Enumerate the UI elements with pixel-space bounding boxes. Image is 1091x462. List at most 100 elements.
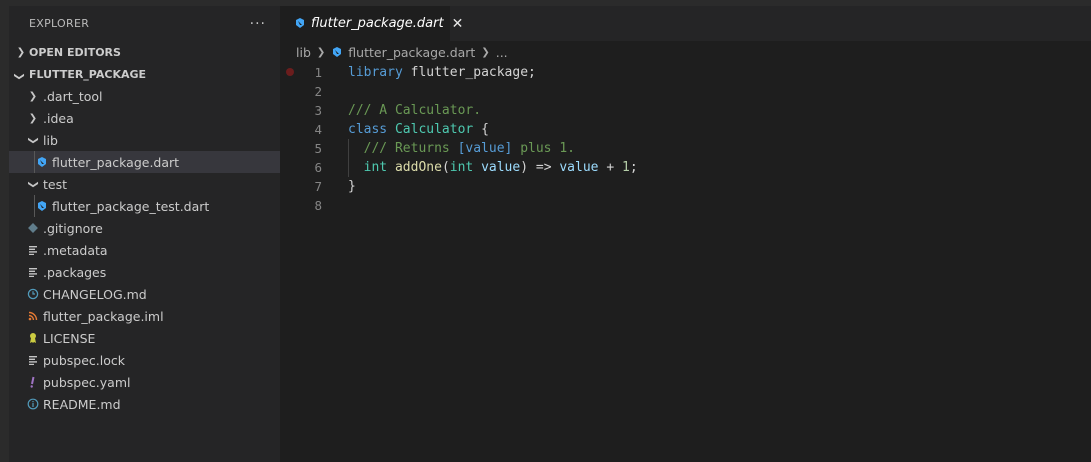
file-lines-icon <box>25 242 41 258</box>
tab-bar: flutter_package.dart ✕ <box>280 6 1091 41</box>
license-icon <box>25 330 41 346</box>
explorer-sidebar: EXPLORER ··· ❯ OPEN EDITORS ❯ FLUTTER_PA… <box>9 6 280 462</box>
code-token: 1 <box>621 160 630 175</box>
file-lines-icon <box>25 264 41 280</box>
breadcrumb-file[interactable]: flutter_package.dart <box>348 45 475 60</box>
tree-item-label: flutter_package.iml <box>43 308 164 324</box>
tree-item-label: .packages <box>43 264 107 280</box>
code-text: library flutter_package; <box>348 63 536 82</box>
activity-bar <box>0 6 9 462</box>
info-icon <box>25 396 41 412</box>
tree-item[interactable]: flutter_package.iml <box>9 305 280 327</box>
dart-icon <box>34 154 50 170</box>
code-line: 4 class Calculator { <box>280 120 1091 139</box>
line-number: 1 <box>314 65 322 80</box>
tree-item-label: test <box>43 176 68 192</box>
close-icon[interactable]: ✕ <box>452 16 464 32</box>
open-editors-section[interactable]: ❯ OPEN EDITORS <box>9 41 280 63</box>
tree-item[interactable]: ❯ .dart_tool <box>9 85 280 107</box>
code-token: } <box>348 179 356 194</box>
code-text: int addOne(int value) => value + 1; <box>348 158 638 177</box>
tree-item[interactable]: flutter_package.dart <box>9 151 280 173</box>
yaml-icon <box>25 374 41 390</box>
tree-item-label: .gitignore <box>43 220 103 236</box>
code-token: class <box>348 122 388 137</box>
chevron-right-icon: ❯ <box>316 46 326 58</box>
code-token: plus 1. <box>512 141 575 156</box>
tree-item[interactable]: pubspec.lock <box>9 349 280 371</box>
chevron-right-icon: ❯ <box>28 90 38 102</box>
tree-item-label: flutter_package.dart <box>52 154 180 170</box>
code-line: 1 library flutter_package; <box>280 63 1091 82</box>
more-actions-icon[interactable]: ··· <box>250 16 266 32</box>
tab-flutter-package-dart[interactable]: flutter_package.dart ✕ <box>280 6 463 41</box>
code-token: /// Returns <box>363 141 458 156</box>
tree-item[interactable]: pubspec.yaml <box>9 371 280 393</box>
code-token: value <box>481 160 521 175</box>
code-token: { <box>473 122 489 137</box>
code-token: ( <box>441 160 450 175</box>
code-token: flutter_package; <box>402 65 536 80</box>
code-token: + <box>598 160 622 175</box>
tree-item-label: .metadata <box>43 242 108 258</box>
tree-item[interactable]: flutter_package_test.dart <box>9 195 280 217</box>
code-text: /// Returns [value] plus 1. <box>348 139 575 158</box>
tree-item-label: lib <box>43 132 58 148</box>
tree-item-label: pubspec.lock <box>43 352 126 368</box>
explorer-header: EXPLORER ··· <box>9 6 280 41</box>
code-token: /// A Calculator. <box>348 103 482 118</box>
tree-item-label: .idea <box>43 110 74 126</box>
code-editor[interactable]: 1 library flutter_package; 2 3 /// A Calcula… <box>280 63 1091 462</box>
code-token: int <box>363 160 388 175</box>
code-token: library <box>348 65 403 80</box>
tree-item-label: README.md <box>43 396 121 412</box>
code-token: addOne <box>394 160 442 175</box>
tree-item[interactable]: .packages <box>9 261 280 283</box>
tree-item[interactable]: LICENSE <box>9 327 280 349</box>
indent-guide <box>34 195 35 217</box>
code-token: int <box>449 160 474 175</box>
code-text: /// A Calculator. <box>348 101 481 120</box>
file-tree: ❯ .dart_tool ❯ .idea ❯ lib flutter_package.dar… <box>9 85 280 415</box>
tree-item[interactable]: ❯ .idea <box>9 107 280 129</box>
rss-icon <box>25 308 41 324</box>
line-number: 4 <box>314 122 322 137</box>
code-line: 5 /// Returns [value] plus 1. <box>280 139 1091 158</box>
changelog-icon <box>25 286 41 302</box>
tree-item[interactable]: .metadata <box>9 239 280 261</box>
line-number: 8 <box>314 198 322 213</box>
code-token: value <box>559 160 599 175</box>
dart-icon <box>34 198 50 214</box>
tree-item[interactable]: .gitignore <box>9 217 280 239</box>
dart-icon <box>331 46 343 58</box>
chevron-down-icon: ❯ <box>13 71 25 81</box>
code-line: 6 int addOne(int value) => value + 1; <box>280 158 1091 177</box>
tree-item[interactable]: README.md <box>9 393 280 415</box>
breadcrumb: lib ❯ flutter_package.dart ❯ ... <box>280 41 1091 63</box>
tree-item-label: flutter_package_test.dart <box>52 198 210 214</box>
code-token: ; <box>629 160 638 175</box>
project-label: FLUTTER_PACKAGE <box>29 67 147 81</box>
tree-item[interactable]: ❯ lib <box>9 129 280 151</box>
tree-item[interactable]: CHANGELOG.md <box>9 283 280 305</box>
indent-guide <box>34 151 35 173</box>
project-section[interactable]: ❯ FLUTTER_PACKAGE <box>9 63 280 85</box>
git-icon <box>25 220 41 236</box>
tree-item[interactable]: ❯ test <box>9 173 280 195</box>
code-token: Calculator <box>394 122 474 137</box>
open-editors-label: OPEN EDITORS <box>29 45 121 59</box>
code-token: ) => <box>520 160 560 175</box>
breadcrumb-folder[interactable]: lib <box>296 45 311 60</box>
code-line: 3 /// A Calculator. <box>280 101 1091 120</box>
code-line: 8 <box>280 196 1091 215</box>
tree-item-label: pubspec.yaml <box>43 374 131 390</box>
line-number: 7 <box>314 179 322 194</box>
breadcrumb-more[interactable]: ... <box>496 45 508 60</box>
tree-item-label: .dart_tool <box>43 88 103 104</box>
tree-item-label: CHANGELOG.md <box>43 286 147 302</box>
dart-icon <box>294 14 306 33</box>
